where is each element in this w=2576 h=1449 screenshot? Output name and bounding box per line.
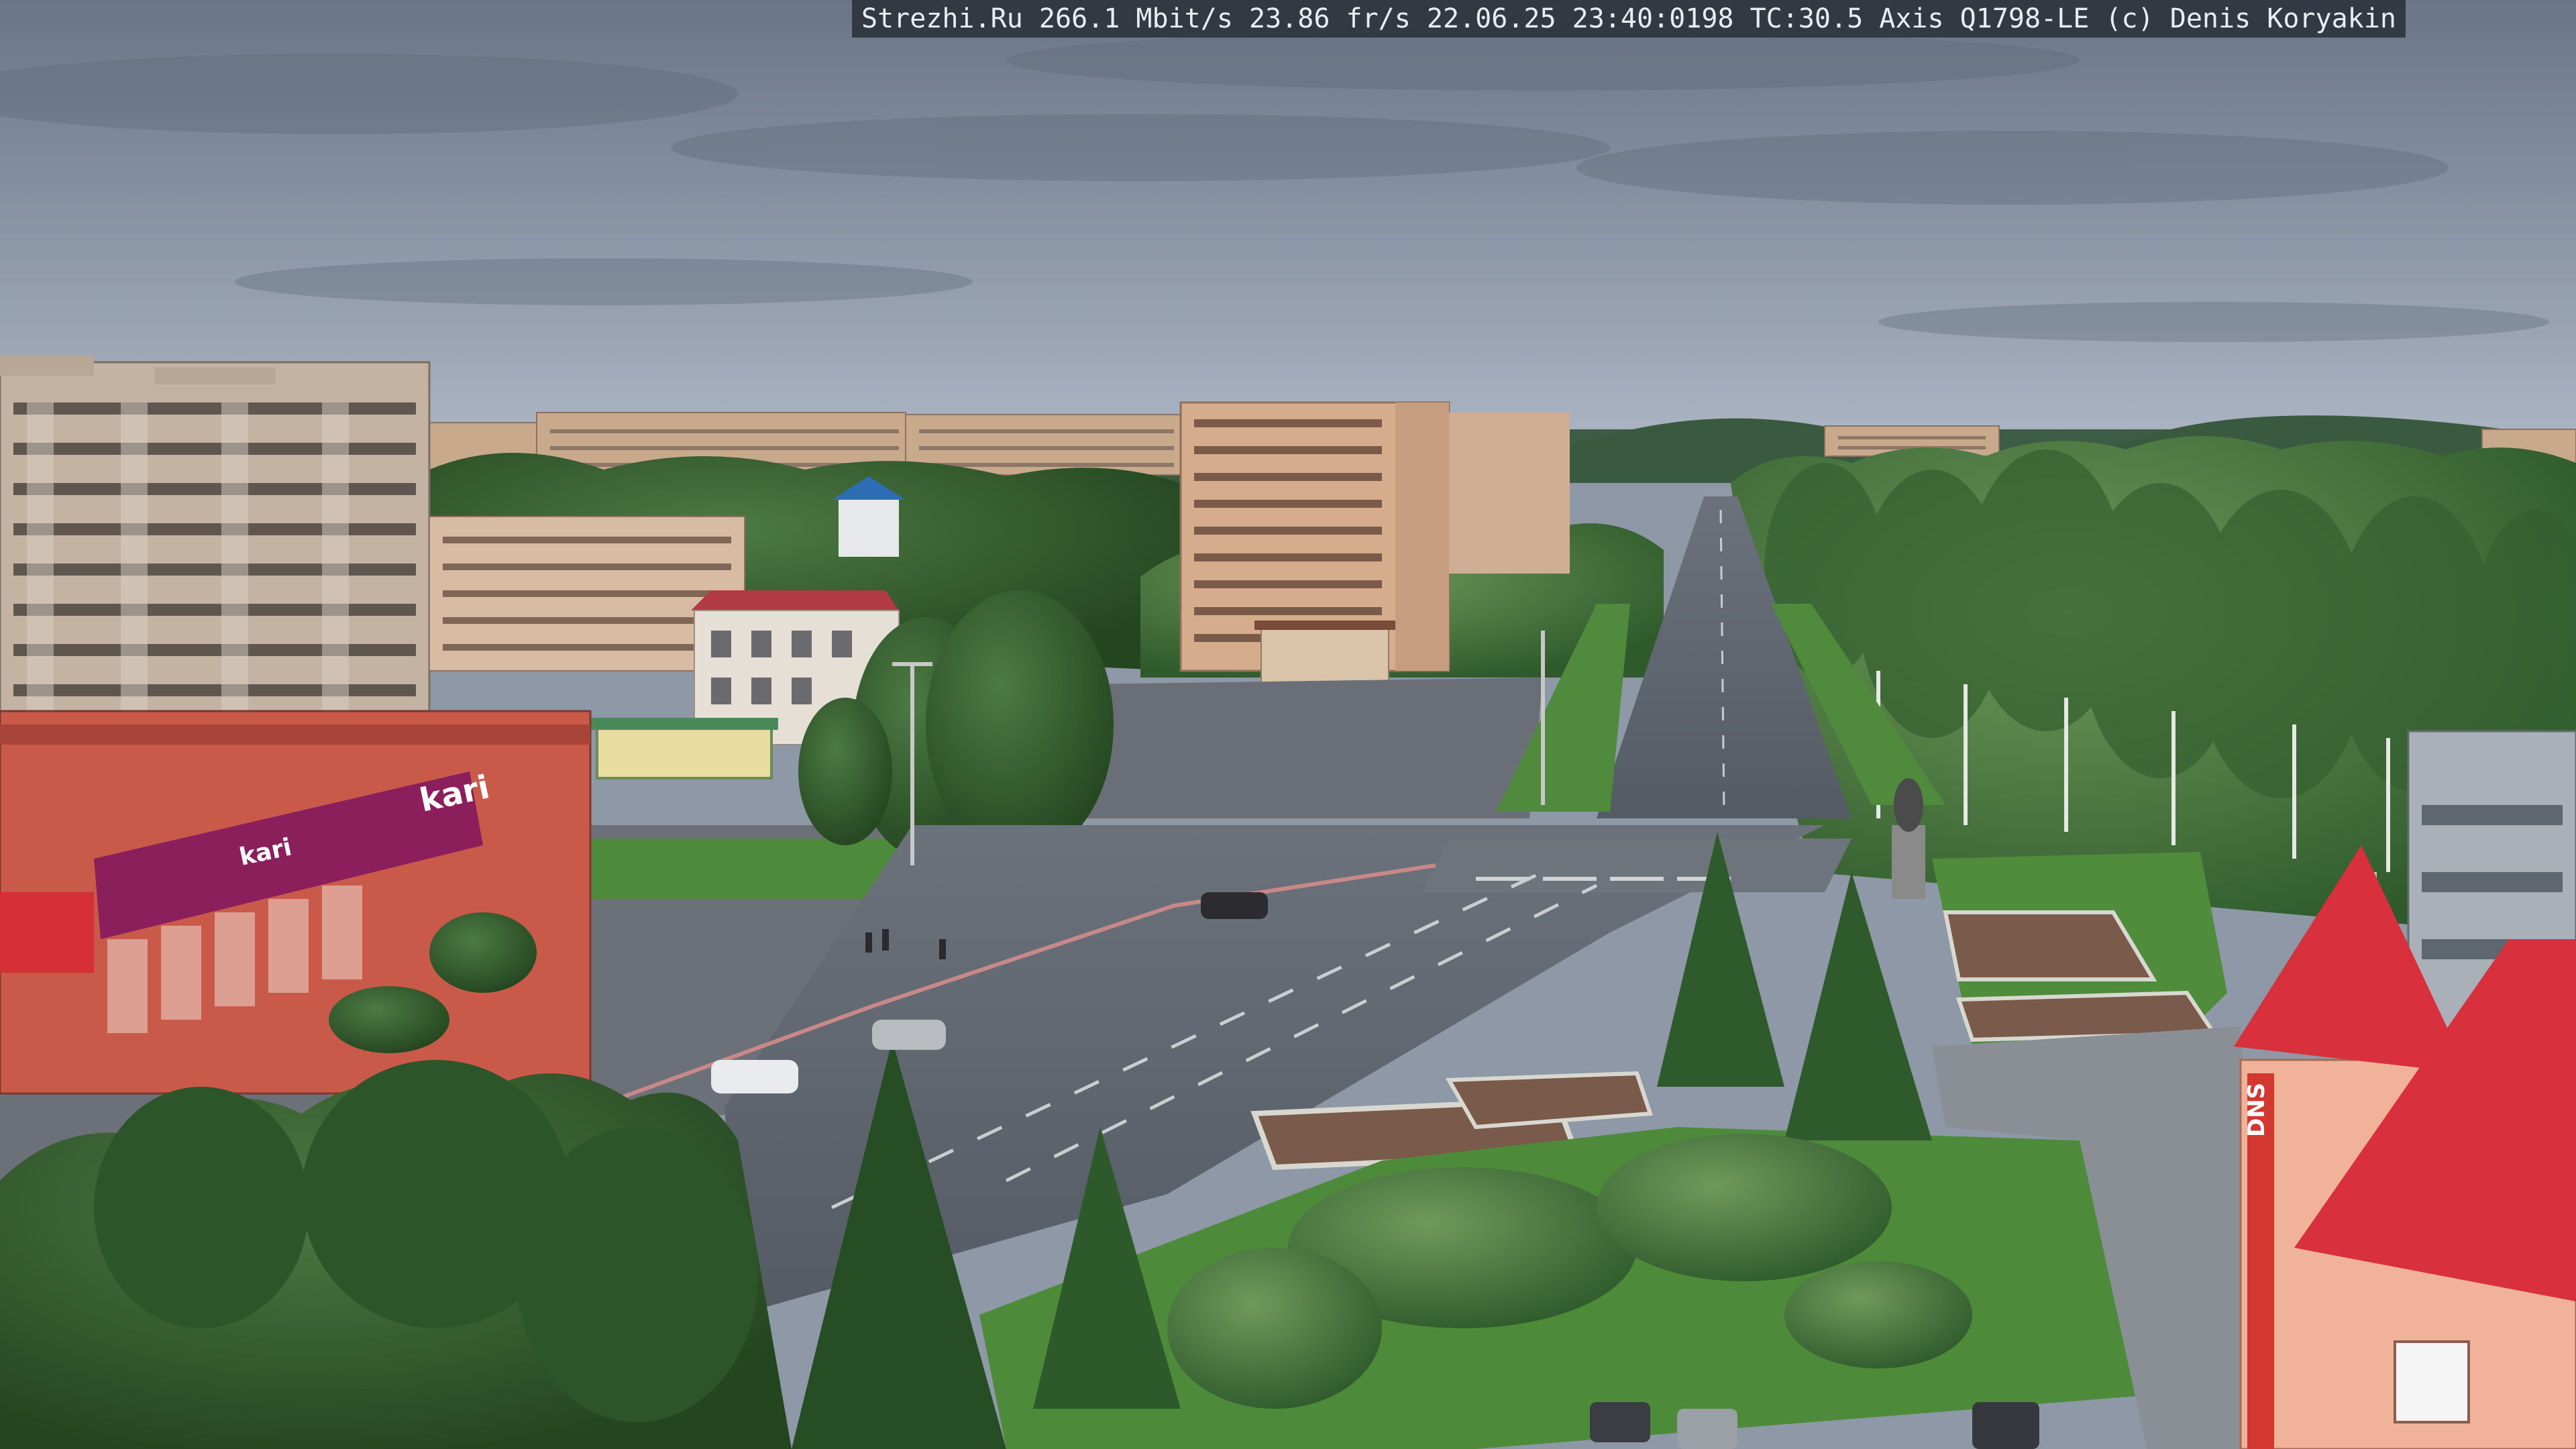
osd-credit: (c) Denis Koryakin xyxy=(2105,3,2396,34)
camera-info-overlay: Strezhi.Ru 266.1 Mbit/s 23.86 fr/s 22.06… xyxy=(852,0,2406,38)
osd-framerate: 23.86 fr/s xyxy=(1249,3,1411,34)
storefront-building: kari kari xyxy=(0,710,592,1095)
pavilion xyxy=(596,723,773,780)
osd-bitrate: 266.1 Mbit/s xyxy=(1038,3,1233,34)
monument-figure xyxy=(1894,778,1923,832)
osd-datetime: 22.06.25 23:40:0198 xyxy=(1426,3,1734,34)
low-building-center xyxy=(1260,623,1389,685)
osd-tc: TC:30.5 xyxy=(1750,3,1864,34)
flowerbed-4 xyxy=(1445,1071,1654,1130)
upper-plaza xyxy=(1046,678,1543,818)
osd-camera: Axis Q1798-LE xyxy=(1879,3,2090,34)
dns-sign: DNS xyxy=(2243,1083,2270,1137)
crosswalk-area xyxy=(1422,839,1851,892)
city-street-scene: kari kari DNS xyxy=(0,0,2576,1449)
white-tower xyxy=(839,496,899,557)
osd-site: Strezhi.Ru xyxy=(861,3,1023,34)
webcam-frame: kari kari DNS Strezhi.Ru 266.1 Mbit/s 23… xyxy=(0,0,2576,1449)
monument-pedestal xyxy=(1892,825,1925,899)
